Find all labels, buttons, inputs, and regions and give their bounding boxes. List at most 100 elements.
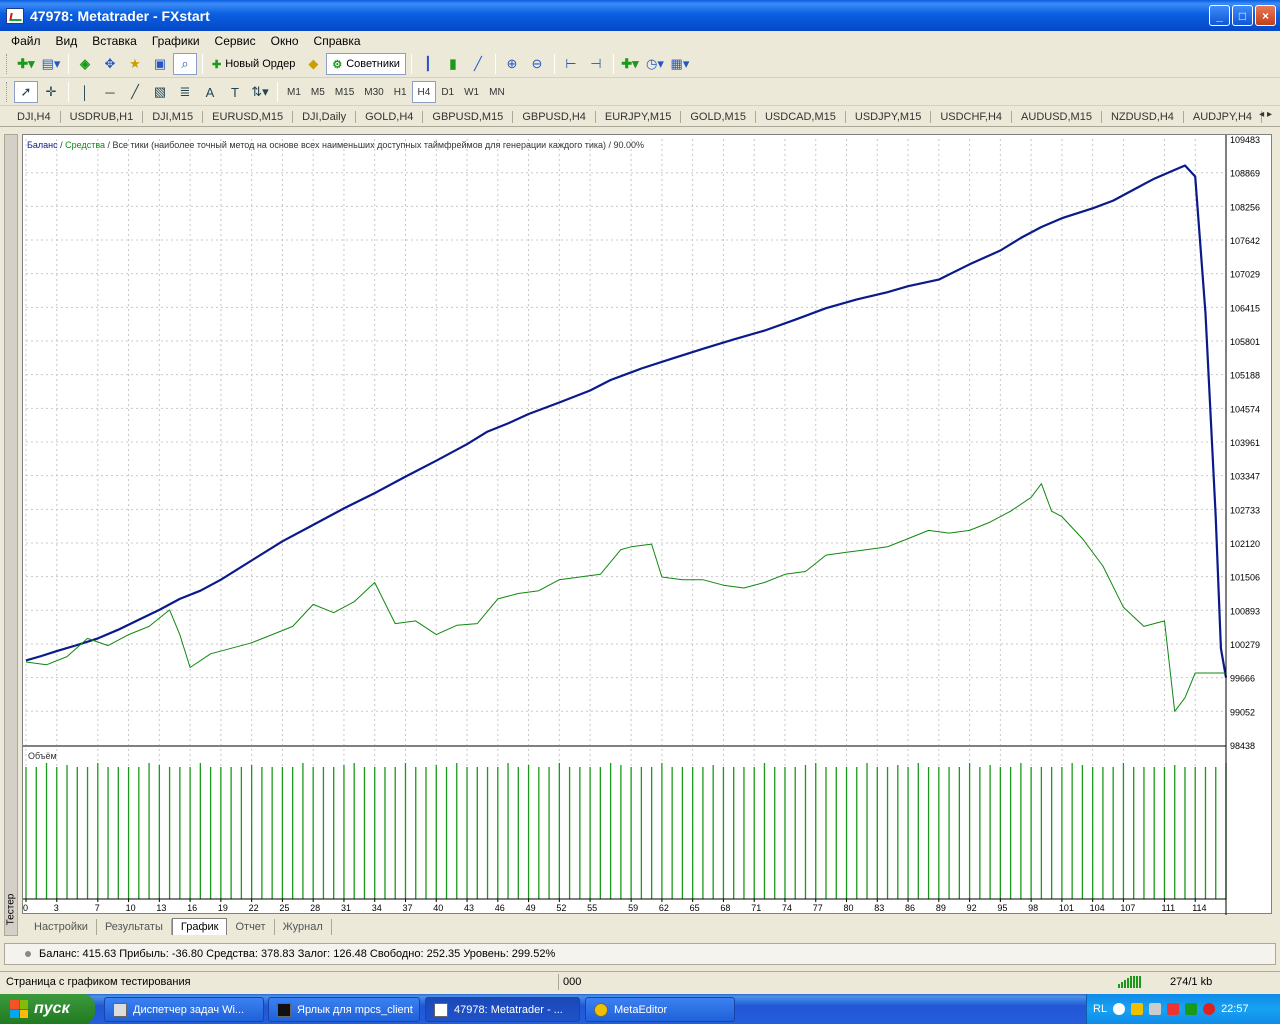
vertical-line-icon[interactable]: │ (73, 81, 97, 103)
x-tick-label: 111 (1161, 903, 1175, 913)
timeframe-m30[interactable]: M30 (359, 81, 388, 103)
chart-shift-icon[interactable]: ⊣ (584, 53, 608, 75)
tab-settings[interactable]: Настройки (26, 919, 97, 935)
new-order-button[interactable]: ✚ Новый Ордер (207, 53, 300, 75)
menu-tools[interactable]: Сервис (208, 34, 264, 48)
timeframe-h1[interactable]: H1 (389, 81, 412, 103)
chart-tab[interactable]: USDJPY,M15 (846, 110, 932, 123)
text-label-icon[interactable]: T (223, 81, 247, 103)
trendline-icon[interactable]: ╱ (123, 81, 147, 103)
minimize-button[interactable]: _ (1209, 5, 1230, 26)
tester-side-panel[interactable]: Тестер (4, 134, 18, 936)
profiles-icon[interactable]: ▤▾ (39, 53, 63, 75)
tab-results[interactable]: Результаты (97, 919, 172, 935)
text-icon[interactable]: A (198, 81, 222, 103)
timeframe-d1[interactable]: D1 (436, 81, 459, 103)
menu-view[interactable]: Вид (49, 34, 86, 48)
taskbar-item-shortcut[interactable]: Ярлык для mpcs_client (268, 997, 420, 1022)
tab-graph[interactable]: График (171, 918, 228, 935)
menu-help[interactable]: Справка (307, 34, 369, 48)
new-chart-icon[interactable]: ✚▾ (14, 53, 38, 75)
chart-tab[interactable]: GOLD,M15 (681, 110, 756, 123)
terminal-icon[interactable]: ▣ (148, 53, 172, 75)
tab-journal[interactable]: Журнал (275, 919, 332, 935)
fibonacci-icon[interactable]: ≣ (173, 81, 197, 103)
taskbar-item-metatrader[interactable]: 47978: Metatrader - ... (425, 997, 580, 1022)
chart-tab[interactable]: AUDJPY,H4 (1184, 110, 1263, 123)
security-shield-icon[interactable] (1131, 1003, 1144, 1015)
chart-tab[interactable]: GBPUSD,H4 (513, 110, 596, 123)
timeframe-m1[interactable]: M1 (282, 81, 306, 103)
chart-tabs-bar: DJI,H4 USDRUB,H1 DJI,M15 EURUSD,M15 DJI,… (0, 107, 1280, 127)
line-chart-icon[interactable]: ╱ (466, 53, 490, 75)
window-title-bar[interactable]: 47978: Metatrader - FXstart _ □ × (0, 0, 1280, 31)
candlestick-icon[interactable]: ▮ (441, 53, 465, 75)
zoom-out-icon[interactable]: ⊖ (525, 53, 549, 75)
zoom-in-icon[interactable]: ⊕ (500, 53, 524, 75)
chart-tab[interactable]: EURUSD,M15 (203, 110, 294, 123)
account-summary-row[interactable]: Баланс: 415.63 Прибыль: -36.80 Средства:… (4, 943, 1276, 965)
auto-scroll-icon[interactable]: ⊢ (559, 53, 583, 75)
cursor-icon[interactable]: ➚ (14, 81, 38, 103)
data-window-icon[interactable]: ✥ (98, 53, 122, 75)
close-button[interactable]: × (1255, 5, 1276, 26)
chart-tab[interactable]: EURJPY,M15 (596, 110, 682, 123)
x-tick-label: 80 (844, 903, 854, 913)
strategy-tester-icon[interactable]: ⌕ (173, 53, 197, 75)
toolbar-grip[interactable] (6, 54, 10, 74)
menu-file[interactable]: Файл (4, 34, 49, 48)
chart-tab[interactable]: NZDUSD,H4 (1102, 110, 1184, 123)
shield-icon[interactable] (1203, 1003, 1216, 1015)
toolbar-grip[interactable] (6, 82, 10, 102)
timeframe-w1[interactable]: W1 (459, 81, 484, 103)
bar-chart-icon[interactable]: ┃ (416, 53, 440, 75)
arrows-icon[interactable]: ⇅▾ (248, 81, 272, 103)
x-tick-label: 92 (967, 903, 977, 913)
language-indicator[interactable]: RL (1093, 1003, 1107, 1015)
start-label: пуск (34, 1000, 70, 1017)
equidistant-channel-icon[interactable]: ▧ (148, 81, 172, 103)
menu-insert[interactable]: Вставка (85, 34, 145, 48)
maximize-button[interactable]: □ (1232, 5, 1253, 26)
timeframe-h4[interactable]: H4 (411, 81, 437, 103)
timeframe-m5[interactable]: M5 (306, 81, 330, 103)
chart-tab[interactable]: USDCHF,H4 (931, 110, 1013, 123)
app-tray-icon[interactable] (1185, 1003, 1198, 1015)
timeframe-mn[interactable]: MN (484, 81, 510, 103)
menu-window[interactable]: Окно (264, 34, 307, 48)
chart-tab[interactable]: AUDUSD,M15 (1012, 110, 1102, 123)
x-tick-label: 13 (156, 903, 166, 913)
experts-button[interactable]: ⚙ Советники (326, 53, 406, 75)
chart-tab[interactable]: DJI,H4 (8, 110, 61, 123)
metaeditor-icon[interactable]: ◆ (301, 53, 325, 75)
tab-report[interactable]: Отчет (227, 919, 275, 935)
network-icon[interactable] (1149, 1003, 1162, 1015)
taskbar-item-task-manager[interactable]: Диспетчер задач Wi... (104, 997, 264, 1022)
start-button[interactable]: пуск (0, 994, 95, 1024)
indicators-icon[interactable]: ✚▾ (618, 53, 642, 75)
menu-charts[interactable]: Графики (145, 34, 208, 48)
chart-tab[interactable]: GBPUSD,M15 (423, 110, 514, 123)
templates-icon[interactable]: ▦▾ (668, 53, 692, 75)
market-watch-icon[interactable]: ◈ (73, 53, 97, 75)
chart-tab[interactable]: DJI,Daily (293, 110, 357, 123)
antivirus-icon[interactable] (1167, 1003, 1180, 1015)
x-tick-label: 65 (690, 903, 700, 913)
back-arrow-icon[interactable] (1113, 1003, 1126, 1015)
periods-icon[interactable]: ◷▾ (643, 53, 667, 75)
navigator-icon[interactable]: ★ (123, 53, 147, 75)
tabs-scroll-right-icon[interactable]: ◂ ▸ (1259, 109, 1272, 120)
toolbar-separator (494, 54, 496, 74)
x-tick-label: 83 (874, 903, 884, 913)
x-tick-label: 95 (997, 903, 1007, 913)
chart-tab[interactable]: USDRUB,H1 (61, 110, 144, 123)
chart-legend: Баланс / Средства / Все тики (наиболее т… (27, 140, 644, 150)
chart-tab[interactable]: GOLD,H4 (356, 110, 424, 123)
chart-tab[interactable]: DJI,M15 (143, 110, 204, 123)
crosshair-icon[interactable]: ✛ (39, 81, 63, 103)
chart-tab[interactable]: USDCAD,M15 (756, 110, 846, 123)
horizontal-line-icon[interactable]: ─ (98, 81, 122, 103)
new-order-icon: ✚ (212, 58, 222, 71)
taskbar-item-metaeditor[interactable]: MetaEditor (585, 997, 735, 1022)
timeframe-m15[interactable]: M15 (330, 81, 359, 103)
